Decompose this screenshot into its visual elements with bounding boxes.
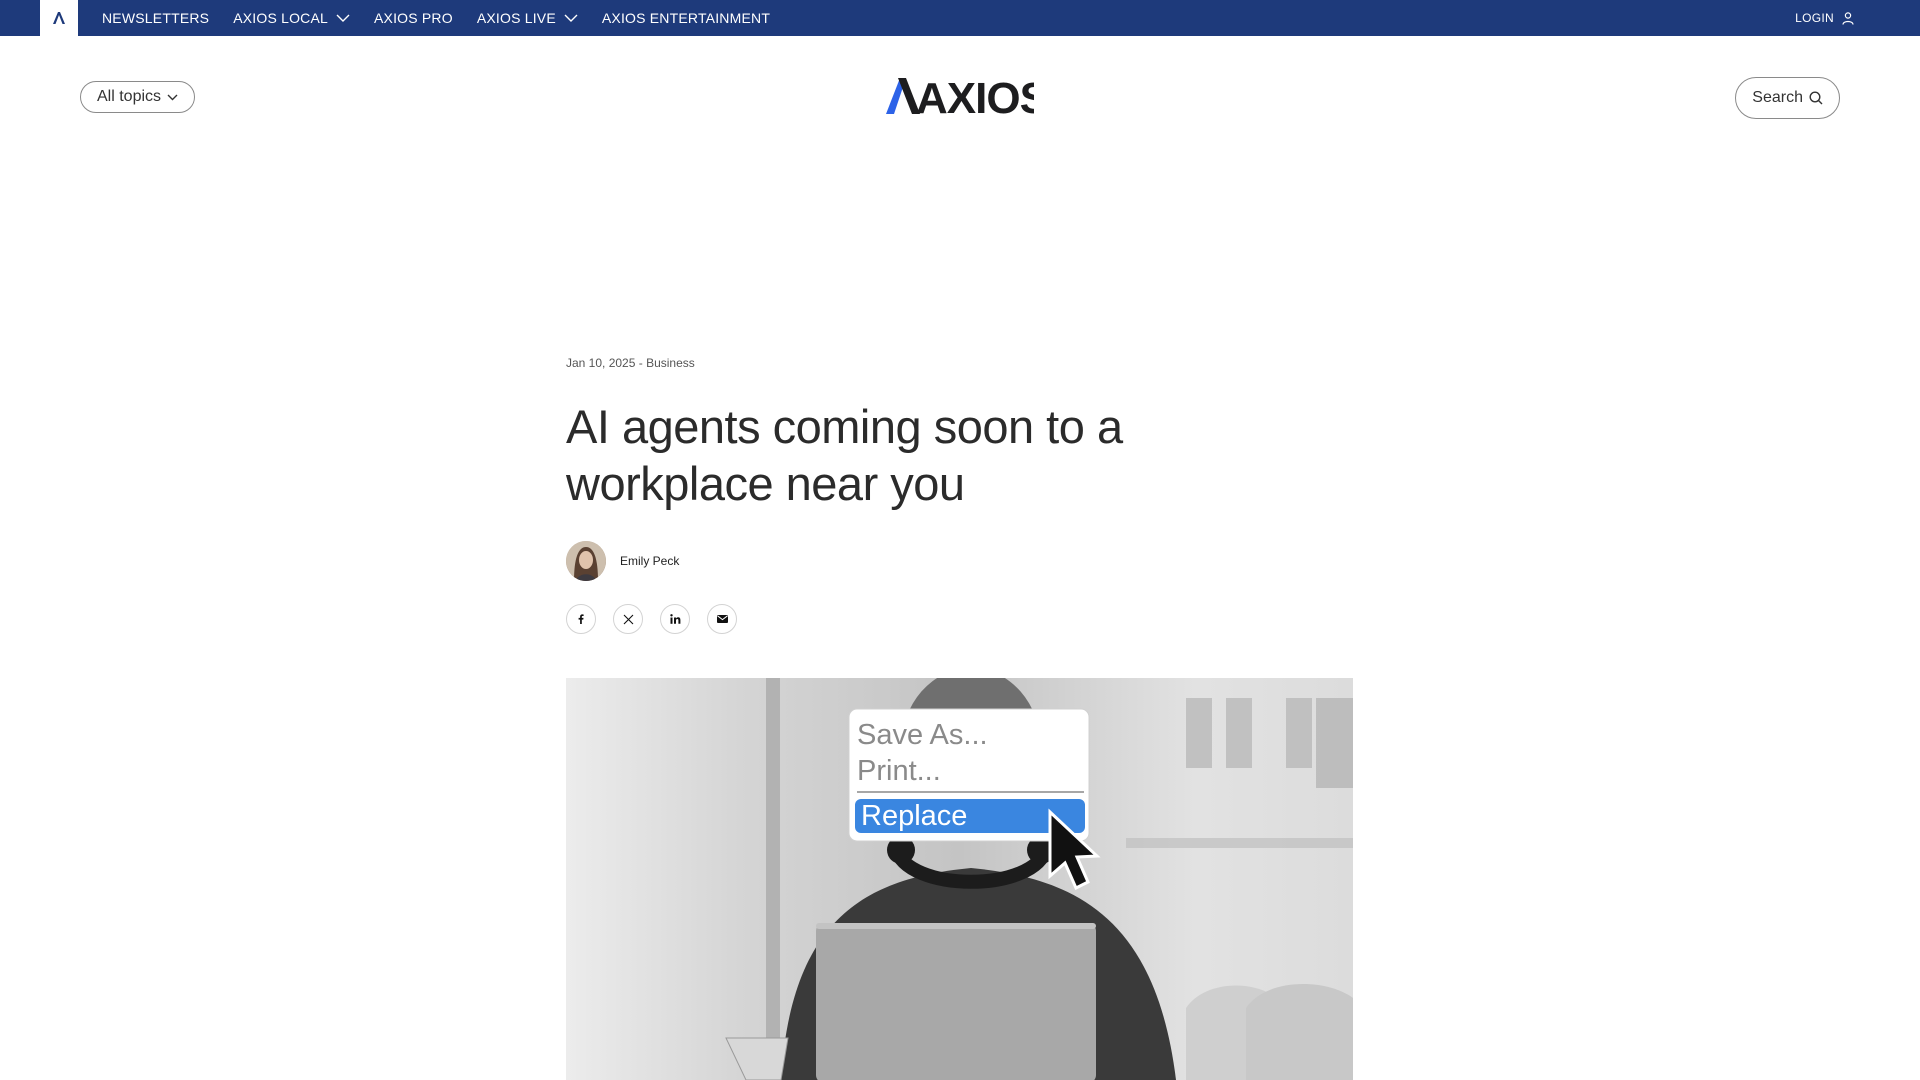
author-photo [566, 541, 606, 581]
facebook-icon [578, 614, 584, 624]
author-name[interactable]: Emily Peck [620, 554, 679, 568]
nav-label: NEWSLETTERS [102, 10, 210, 26]
all-topics-button[interactable]: All topics [80, 81, 196, 113]
svg-text:AXIOS: AXIOS [916, 76, 1034, 116]
axios-home-tab[interactable] [40, 0, 78, 36]
article: Jan 10, 2025 - Business AI agents coming… [566, 356, 1354, 634]
chevron-down-icon [564, 14, 578, 22]
axios-logo[interactable]: AXIOS [886, 76, 1034, 116]
top-nav: NEWSLETTERS AXIOS LOCAL AXIOS PRO AXIOS … [102, 0, 770, 36]
share-email-button[interactable] [707, 604, 737, 634]
nav-axios-live[interactable]: AXIOS LIVE [477, 10, 578, 26]
share-facebook-button[interactable] [566, 604, 596, 634]
site-header: All topics AXIOS Search [0, 36, 1920, 156]
article-meta: Jan 10, 2025 - Business [566, 356, 1354, 370]
email-icon [716, 615, 728, 623]
nav-label: AXIOS LIVE [476, 10, 556, 26]
article-hero-image: Save As... Print... Replace [566, 678, 1353, 1080]
chevron-down-icon [336, 14, 350, 22]
hero-illustration: Save As... Print... Replace [566, 678, 1353, 1080]
nav-label: AXIOS LOCAL [233, 10, 329, 26]
article-category-link[interactable]: Business [646, 356, 695, 370]
top-navigation-bar: NEWSLETTERS AXIOS LOCAL AXIOS PRO AXIOS … [0, 0, 1920, 36]
login-button[interactable]: LOGIN [1795, 0, 1854, 36]
menu-item-save-as: Save As... [857, 719, 988, 751]
axios-a-icon [53, 12, 65, 24]
nav-axios-pro[interactable]: AXIOS PRO [374, 10, 453, 26]
menu-item-print: Print... [857, 755, 941, 787]
search-icon [1809, 91, 1823, 105]
x-icon [623, 614, 633, 624]
nav-axios-local[interactable]: AXIOS LOCAL [233, 10, 350, 26]
login-label: LOGIN [1795, 11, 1834, 25]
search-button[interactable]: Search [1735, 77, 1840, 119]
share-x-button[interactable] [613, 604, 643, 634]
nav-newsletters[interactable]: NEWSLETTERS [102, 10, 209, 26]
article-date: Jan 10, 2025 [566, 356, 636, 370]
axios-logo-mark: AXIOS [886, 76, 1034, 116]
nav-label: AXIOS PRO [374, 10, 453, 26]
byline: Emily Peck [566, 540, 1354, 582]
search-label: Search [1752, 89, 1803, 106]
linkedin-icon [669, 614, 680, 624]
nav-label: AXIOS ENTERTAINMENT [601, 10, 771, 26]
article-headline: AI agents coming soon to a workplace nea… [566, 400, 1123, 510]
share-linkedin-button[interactable] [660, 604, 690, 634]
nav-axios-entertainment[interactable]: AXIOS ENTERTAINMENT [602, 10, 770, 26]
author-avatar[interactable] [566, 541, 606, 581]
chevron-down-icon [167, 94, 178, 100]
menu-item-replace: Replace [861, 800, 967, 832]
user-icon [1842, 11, 1854, 25]
meta-separator: - [635, 356, 647, 370]
all-topics-label: All topics [97, 88, 162, 105]
share-buttons [566, 604, 1354, 634]
